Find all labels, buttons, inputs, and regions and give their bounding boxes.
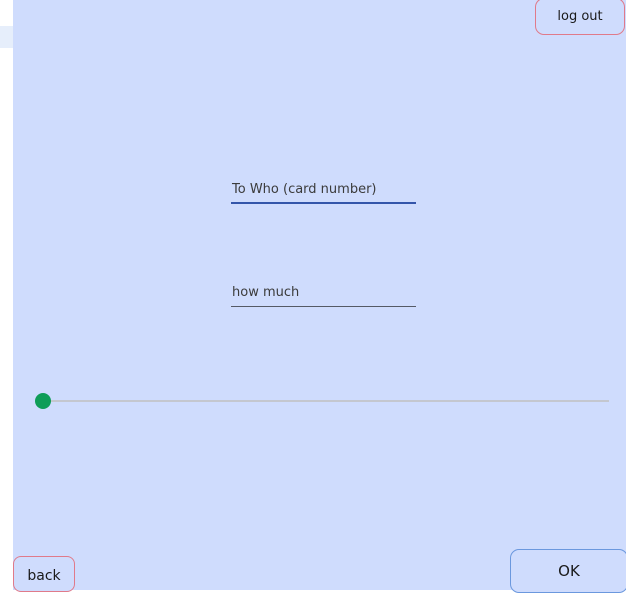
recipient-card-number-field[interactable]: To Who (card number) [231,178,416,204]
back-button[interactable]: back [13,556,75,592]
ok-button[interactable]: OK [510,549,626,593]
amount-field[interactable]: how much [231,281,416,307]
amount-slider-track[interactable] [43,400,609,402]
logout-button[interactable]: log out [535,0,625,35]
left-strip [0,0,13,590]
left-strip-tab [0,26,13,48]
amount-slider-thumb[interactable] [35,393,51,409]
